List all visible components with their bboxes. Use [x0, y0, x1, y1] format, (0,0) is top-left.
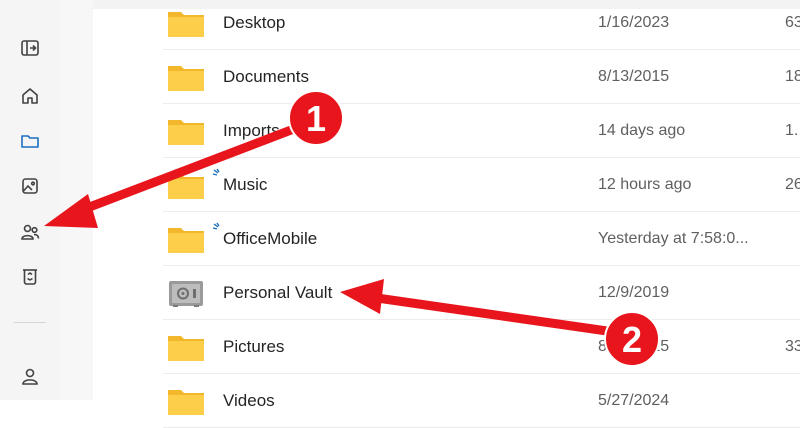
file-row-pictures[interactable]: Pictures 8/13/2015 33 — [163, 320, 800, 374]
photos-icon[interactable] — [16, 172, 44, 200]
file-size: 63 — [785, 14, 800, 31]
folder-icon — [168, 66, 204, 91]
file-modified: 8/13/2015 — [598, 338, 670, 355]
file-modified: 12/9/2019 — [598, 284, 670, 301]
file-row-imports[interactable]: Imports 14 days ago 1. — [163, 104, 800, 158]
file-size — [785, 212, 800, 266]
file-name: OfficeMobile — [223, 229, 318, 248]
file-name: Imports — [223, 121, 280, 140]
file-name: Personal Vault — [223, 283, 333, 302]
file-name: Pictures — [223, 337, 285, 356]
file-row-music[interactable]: Music 12 hours ago 26 — [163, 158, 800, 212]
file-size: 1. — [785, 122, 799, 139]
folder-icon — [168, 12, 204, 37]
recycle-bin-icon[interactable] — [16, 262, 44, 290]
file-modified: 12 hours ago — [598, 176, 692, 193]
sidebar-divider — [14, 322, 46, 323]
file-size — [785, 374, 800, 428]
file-size: 26 — [785, 176, 800, 193]
file-modified: 1/16/2023 — [598, 14, 670, 31]
file-modified: 5/27/2024 — [598, 392, 670, 409]
file-size — [785, 266, 800, 320]
file-name: Documents — [223, 67, 309, 86]
file-row-videos[interactable]: Videos 5/27/2024 — [163, 374, 800, 428]
folder-icon — [168, 228, 204, 253]
file-name: Desktop — [223, 13, 286, 32]
file-modified: 8/13/2015 — [598, 68, 670, 85]
home-icon[interactable] — [16, 82, 44, 110]
file-modified: 14 days ago — [598, 122, 686, 139]
file-list: Desktop 1/16/2023 63 Documents 8/13/2015… — [93, 9, 800, 428]
folder-icon — [168, 336, 204, 361]
folder-icon — [168, 174, 204, 199]
file-size: 33 — [785, 338, 800, 355]
vault-icon — [169, 281, 203, 307]
file-row-personal-vault[interactable]: Personal Vault 12/9/2019 — [163, 266, 800, 320]
file-modified: Yesterday at 7:58:0... — [598, 230, 749, 247]
file-name: Music — [223, 175, 268, 194]
collapse-pane-icon[interactable] — [16, 34, 44, 62]
file-row-desktop[interactable]: Desktop 1/16/2023 63 — [163, 0, 800, 50]
folder-icon — [168, 390, 204, 415]
sidebar-gutter — [60, 0, 93, 400]
file-row-officemobile[interactable]: OfficeMobile Yesterday at 7:58:0... — [163, 212, 800, 266]
shared-people-icon[interactable] — [16, 218, 44, 246]
folder-icon — [168, 120, 204, 145]
file-size: 18 — [785, 68, 800, 85]
account-icon[interactable] — [16, 362, 44, 390]
file-name: Videos — [223, 391, 275, 410]
left-navigation-rail — [0, 0, 60, 400]
folder-icon[interactable] — [16, 127, 44, 155]
file-row-documents[interactable]: Documents 8/13/2015 18 — [163, 50, 800, 104]
